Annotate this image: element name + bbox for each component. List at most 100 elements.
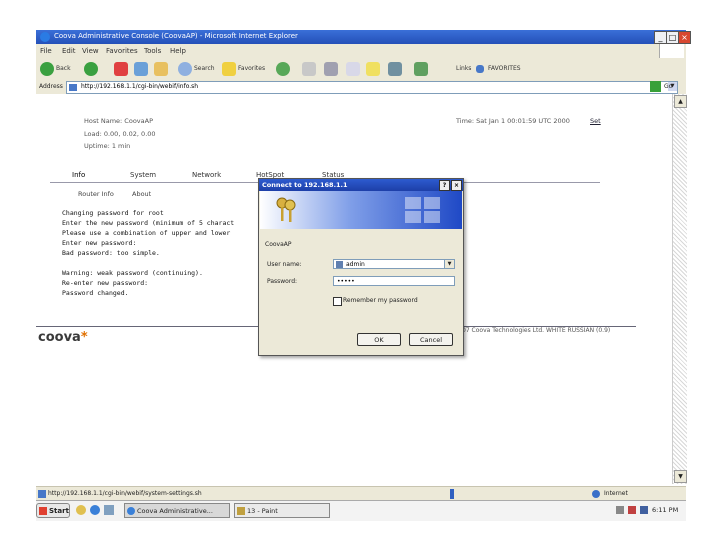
console-line: Please use a combination of upper and lo… [62,229,231,237]
password-value: ••••• [337,278,355,285]
history-icon[interactable] [276,62,290,76]
folder-icon[interactable] [366,62,380,76]
tools-icon[interactable] [414,62,428,76]
zone-label: Internet [604,490,628,497]
link-page-icon [476,65,484,73]
coova-logo: coova* [38,330,88,345]
host-name: Host Name: CoovaAP [84,117,153,125]
username-value: admin [346,261,365,268]
go-arrow-icon[interactable] [650,81,661,92]
tray-icon[interactable] [640,506,648,514]
dialog-banner [260,191,462,229]
start-button[interactable]: Start [36,503,70,518]
links-label: Links [456,65,472,72]
internet-zone-icon [592,490,600,498]
taskbar: Start Coova Administrative... 13 - Paint… [36,500,686,521]
console-line: Enter the new password (minimum of 5 cha… [62,219,235,227]
task-coova[interactable]: Coova Administrative... [124,503,230,518]
menu-file[interactable]: File [40,47,52,55]
tray-icon[interactable] [616,506,624,514]
refresh-icon[interactable] [134,62,148,76]
address-bar: Address http://192.168.1.1/cgi-bin/webif… [36,80,686,95]
print-icon[interactable] [324,62,338,76]
windows-flag-icon [659,44,684,58]
password-label: Password: [267,278,298,285]
favorites-label[interactable]: Favorites [238,65,265,72]
subtab-router-info[interactable]: Router Info [78,190,114,198]
console-line: Re-enter new password: [62,279,149,287]
edit-icon[interactable] [346,62,360,76]
desktop-quicklaunch-icon[interactable] [104,505,114,515]
tab-system[interactable]: System [130,171,156,179]
messenger-icon[interactable] [388,62,402,76]
link-favorites[interactable]: FAVORITES [488,65,521,72]
cancel-button[interactable]: Cancel [409,333,453,346]
window-titlebar: Coova Administrative Console (CoovaAP) -… [36,30,691,44]
window-title: Coova Administrative Console (CoovaAP) -… [54,32,298,40]
search-label[interactable]: Search [194,65,215,72]
menu-help[interactable]: Help [170,47,186,55]
search-icon[interactable] [178,62,192,76]
stop-icon[interactable] [114,62,128,76]
username-dropdown-icon[interactable]: ▼ [444,260,454,268]
ok-button[interactable]: OK [357,333,401,346]
mail-icon[interactable] [302,62,316,76]
username-label: User name: [267,261,302,268]
time-set-link[interactable]: Set [590,117,601,125]
menu-favorites[interactable]: Favorites [106,47,138,55]
console-line: Changing password for root [62,209,164,217]
tray-icon[interactable] [628,506,636,514]
username-field[interactable]: admin ▼ [333,259,455,269]
subtab-about[interactable]: About [132,190,151,198]
home-icon[interactable] [154,62,168,76]
keys-icon [276,197,296,222]
console-line: Password changed. [62,289,129,297]
menu-bar: File Edit View Favorites Tools Help [36,44,686,59]
menu-edit[interactable]: Edit [62,47,76,55]
console-line: Bad password: too simple. [62,249,160,257]
scroll-up-icon[interactable]: ▲ [674,95,687,108]
address-url[interactable]: http://192.168.1.1/cgi-bin/webif/info.sh [81,83,198,90]
dialog-help-button[interactable]: ? [439,180,450,191]
scroll-down-icon[interactable]: ▼ [674,470,687,483]
task-paint[interactable]: 13 - Paint [234,503,330,518]
ie-quicklaunch-icon[interactable] [90,505,100,515]
task-paint-label: 13 - Paint [247,507,278,515]
task-coova-label: Coova Administrative... [137,507,213,515]
address-input[interactable]: http://192.168.1.1/cgi-bin/webif/info.sh… [66,81,678,94]
remember-checkbox[interactable] [333,297,342,306]
close-button[interactable]: × [678,31,691,44]
back-icon[interactable] [40,62,54,76]
time-info: Time: Sat Jan 1 00:01:59 UTC 2000 [456,117,570,125]
windows-logo-icon [405,197,440,223]
status-bar: http://192.168.1.1/cgi-bin/webif/system-… [36,486,686,501]
forward-icon[interactable] [84,62,98,76]
menu-tools[interactable]: Tools [144,47,161,55]
windows-start-icon [39,507,47,515]
tab-network[interactable]: Network [192,171,221,179]
progress-indicator [450,489,454,499]
console-line: Enter new password: [62,239,137,247]
uptime-info: Uptime: 1 min [84,142,131,150]
dialog-realm: CoovaAP [265,241,292,248]
page-icon [69,84,77,91]
back-label[interactable]: Back [56,65,71,72]
tab-info[interactable]: Info [72,171,85,179]
ie-logo-icon [40,32,50,42]
user-icon [336,261,343,268]
dialog-close-button[interactable]: × [451,180,462,191]
vertical-scrollbar[interactable]: ▲ ▼ [672,94,687,484]
copyright-text: 07 Coova Technologies Ltd. WHITE RUSSIAN… [462,327,611,334]
favorites-star-icon[interactable] [222,62,236,76]
clock: 6:11 PM [652,506,679,514]
password-field[interactable]: ••••• [333,276,455,286]
remember-label[interactable]: Remember my password [343,297,418,304]
ie-task-icon [127,507,135,515]
quicklaunch-icon[interactable] [76,505,86,515]
dialog-title: Connect to 192.168.1.1 [259,179,463,191]
menu-view[interactable]: View [82,47,99,55]
paint-task-icon [237,507,245,515]
console-line: Warning: weak password (continuing). [62,269,203,277]
address-label: Address [39,83,63,90]
go-label[interactable]: Go [664,83,672,90]
